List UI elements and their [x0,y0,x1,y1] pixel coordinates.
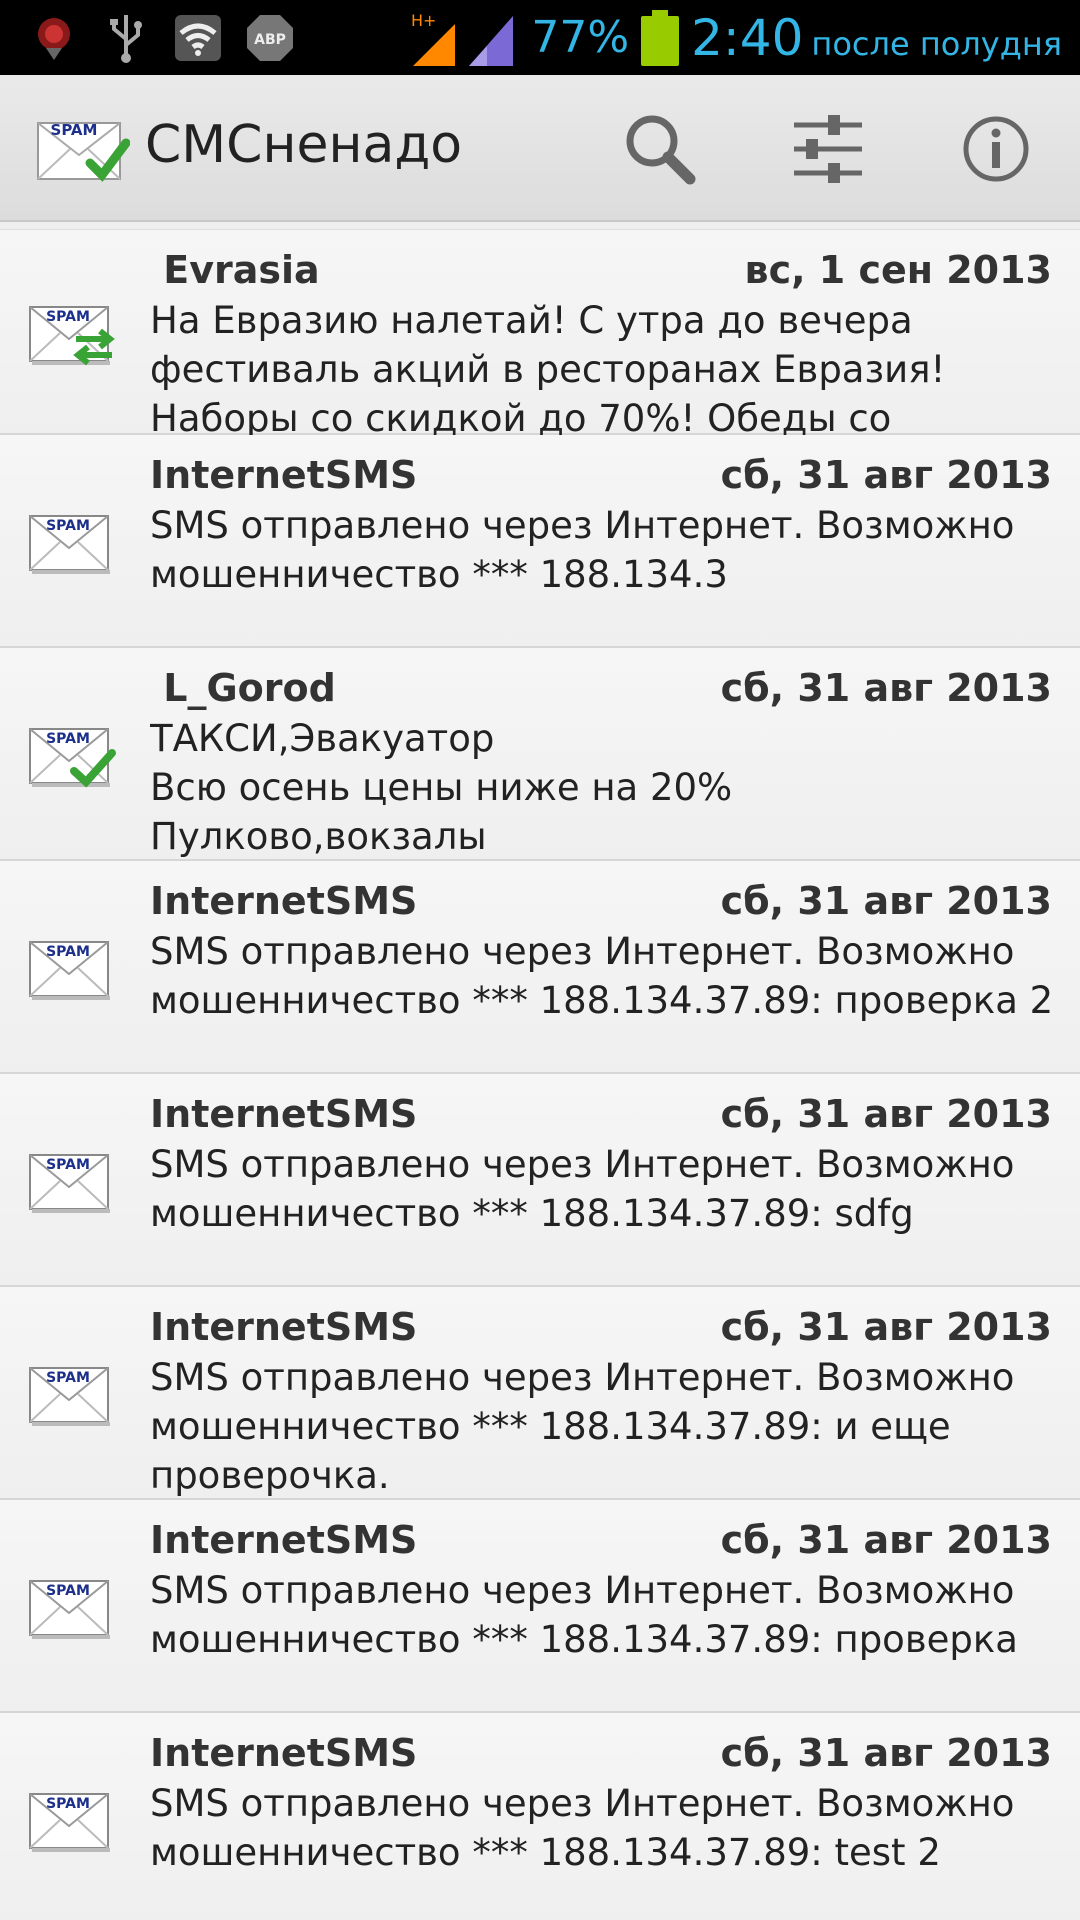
message-sender: InternetSMS [150,1305,418,1349]
battery-percent: 77% [531,12,630,63]
battery-icon [641,9,680,66]
message-date: вс, 1 сен 2013 [744,248,1052,292]
adblock-icon: ABP [244,12,296,64]
message-row[interactable]: SPAM InternetSMS сб, 31 авг 2013 SMS отправ… [0,1500,1080,1713]
message-body: SMS отправлено через Интернет. Возможно … [150,1569,1018,1661]
spam-badge-label: SPAM [46,731,90,747]
adblock-label: ABP [254,32,286,48]
spam-badge-label: SPAM [46,1796,90,1812]
app-logo-label: SPAM [51,121,98,139]
spam-badge-label: SPAM [46,1370,90,1386]
message-body: SMS отправлено через Интернет. Возможно … [150,504,1015,596]
message-sender: InternetSMS [150,1518,418,1562]
message-sender: Evrasia [150,248,320,292]
spam-badge-label: SPAM [46,1157,90,1173]
message-date: сб, 31 авг 2013 [720,1305,1052,1349]
wifi-icon [172,12,224,64]
message-list[interactable]: SPAM Evrasia вс, 1 сен 2013 На Евразию нал… [0,222,1080,1920]
message-body: На Евразию налетай! С утра до вечера фес… [150,299,946,440]
settings-sliders-icon [794,115,862,183]
spam-icon: SPAM [28,1784,118,1854]
spam-badge-label: SPAM [46,309,90,325]
clock-time: 2:40 [691,8,804,67]
list-item-partial [0,222,1080,230]
spam-icon: SPAM [28,1571,118,1641]
message-body: ТАКСИ,Эвакуатор Всю осень цены ниже на 2… [150,717,733,858]
message-row[interactable]: SPAM Evrasia вс, 1 сен 2013 На Евразию нал… [0,230,1080,440]
info-button[interactable] [950,103,1042,195]
message-body: SMS отправлено через Интернет. Возможно … [150,930,1054,1022]
message-sender: L_Gorod [150,666,336,710]
message-date: сб, 31 авг 2013 [720,666,1052,710]
message-row[interactable]: SPAM L_Gorod сб, 31 авг 2013 ТАКСИ,Эвакуат… [0,648,1080,861]
spam-check-icon: SPAM [28,719,118,789]
message-date: сб, 31 авг 2013 [720,1518,1052,1562]
message-sender: InternetSMS [150,1731,418,1775]
app-title: СМСненадо [145,115,463,175]
message-body: SMS отправлено через Интернет. Возможно … [150,1782,1015,1874]
search-button[interactable] [614,103,706,195]
message-sender: InternetSMS [150,1092,418,1136]
message-body: SMS отправлено через Интернет. Возможно … [150,1143,1015,1235]
spam-icon: SPAM [28,1145,118,1215]
message-row[interactable]: SPAM InternetSMS сб, 31 авг 2013 SMS отправ… [0,1074,1080,1287]
app-logo-icon[interactable]: SPAM [36,111,131,183]
spam-badge-label: SPAM [46,518,90,534]
message-row[interactable]: SPAM InternetSMS сб, 31 авг 2013 SMS отправ… [0,435,1080,648]
spam-badge-label: SPAM [46,944,90,960]
spam-icon: SPAM [28,932,118,1002]
network-label: H+ [411,11,436,30]
message-row[interactable]: SPAM InternetSMS сб, 31 авг 2013 SMS отправ… [0,1287,1080,1500]
spam-icon: SPAM [28,506,118,576]
info-icon [963,116,1029,182]
action-bar: SPAM СМСненадо [0,75,1080,222]
spam-forward-icon: SPAM [28,297,118,367]
bug-icon [28,12,80,64]
network-signal-icon: H+ [409,8,519,68]
message-date: сб, 31 авг 2013 [720,879,1052,923]
message-row[interactable]: SPAM InternetSMS сб, 31 авг 2013 SMS отправ… [0,1713,1080,1920]
message-date: сб, 31 авг 2013 [720,1731,1052,1775]
settings-button[interactable] [782,103,874,195]
message-body: SMS отправлено через Интернет. Возможно … [150,1356,1015,1497]
spam-badge-label: SPAM [46,1583,90,1599]
message-sender: InternetSMS [150,879,418,923]
spam-icon: SPAM [28,1358,118,1428]
clock-ampm: после полудня [811,24,1062,63]
search-icon [626,115,696,185]
message-date: сб, 31 авг 2013 [720,453,1052,497]
message-sender: InternetSMS [150,453,418,497]
usb-icon [100,12,152,64]
message-row[interactable]: SPAM InternetSMS сб, 31 авг 2013 SMS отправ… [0,861,1080,1074]
message-date: сб, 31 авг 2013 [720,1092,1052,1136]
status-bar: ABP H+ 77% 2:40 после полудня [0,0,1080,75]
